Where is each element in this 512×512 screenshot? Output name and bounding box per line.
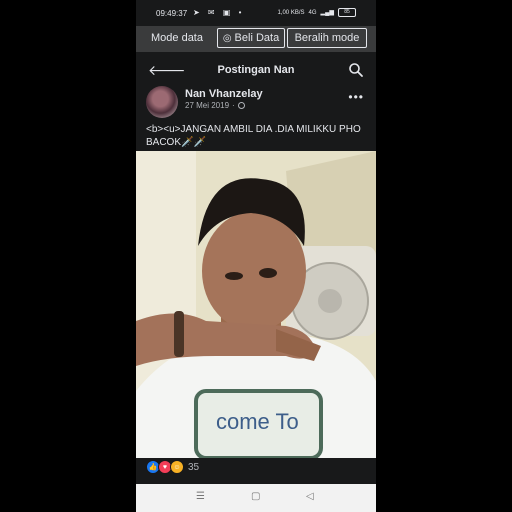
more-options-icon[interactable]: •••	[348, 90, 364, 104]
data-mode-label: Mode data	[151, 32, 203, 44]
notification-icons: ➤ ✉ ▣ •	[193, 8, 245, 17]
page-title: Postingan Nan	[217, 64, 295, 76]
search-icon[interactable]	[348, 62, 364, 78]
buy-data-button[interactable]: ◎ Beli Data	[217, 28, 285, 48]
haha-reaction-icon: ☺	[170, 460, 184, 474]
recent-apps-icon[interactable]: ☰	[196, 491, 205, 502]
home-icon[interactable]: ▢	[251, 491, 260, 502]
avatar[interactable]	[146, 86, 178, 118]
data-mode-bar: Mode data ◎ Beli Data Beralih mode	[136, 26, 376, 52]
phone-screen: 09:49:37 ➤ ✉ ▣ • 1,00 KB/S 4G ▂▄▆ 85 Mod…	[136, 0, 376, 512]
battery-icon: 85	[338, 8, 356, 17]
shirt-print-text: come To	[216, 409, 299, 434]
globe-icon	[237, 102, 245, 109]
reaction-count: 35	[188, 461, 200, 473]
switch-mode-label: Beralih mode	[294, 32, 360, 44]
meta-separator: ·	[232, 101, 235, 110]
post-author[interactable]: Nan Vhanzelay	[185, 88, 263, 100]
signal-icon: ▂▄▆	[320, 10, 334, 16]
signal-wave-icon: ◎	[222, 32, 232, 44]
status-bar: 09:49:37 ➤ ✉ ▣ • 1,00 KB/S 4G ▂▄▆ 85	[136, 0, 376, 26]
back-nav-icon[interactable]: ◁	[306, 491, 314, 502]
post-meta: 27 Mei 2019 ·	[185, 101, 245, 110]
photo-illustration: come To	[136, 151, 376, 458]
post-date[interactable]: 27 Mei 2019	[185, 101, 229, 110]
status-time: 09:49:37	[156, 9, 188, 18]
post-photo[interactable]: come To	[136, 151, 376, 458]
page-header: 🡐 Postingan Nan	[136, 56, 376, 84]
switch-mode-button[interactable]: Beralih mode	[287, 28, 367, 48]
network-type: 4G	[308, 9, 317, 16]
post-text: <b><u>JANGAN AMBIL DIA .DIA MILIKKU PHO …	[146, 124, 361, 148]
buy-data-label: Beli Data	[234, 32, 280, 44]
system-navigation-bar: ☰ ▢ ◁	[136, 484, 376, 512]
net-speed: 1,00 KB/S	[277, 9, 305, 16]
reaction-summary[interactable]: 👍 ♥ ☺ 35	[146, 460, 199, 474]
status-right: 1,00 KB/S 4G ▂▄▆ 85	[277, 8, 356, 17]
